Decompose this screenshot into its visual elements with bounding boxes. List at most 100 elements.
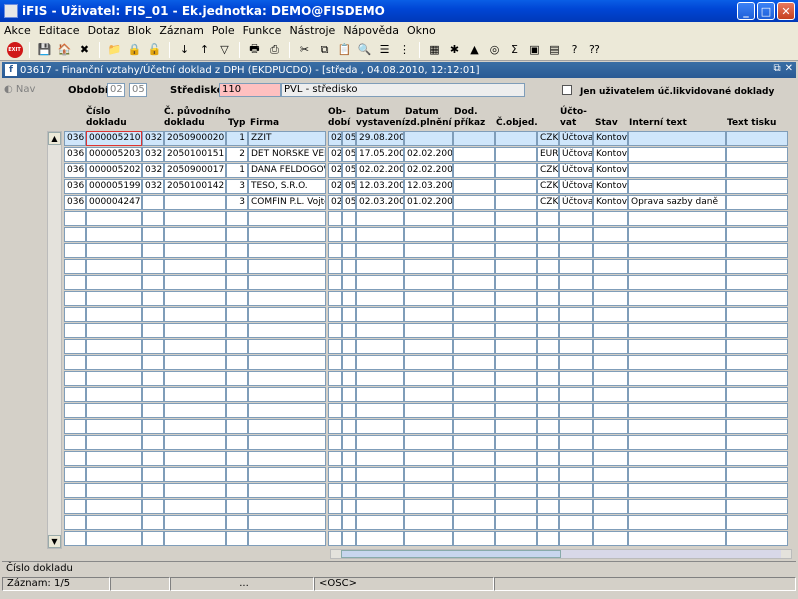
cell-o2[interactable] (342, 531, 356, 546)
cell-dod[interactable] (453, 435, 495, 450)
list-icon[interactable]: ☰ (376, 41, 393, 58)
cell-dod[interactable] (453, 467, 495, 482)
sum-icon[interactable]: Σ (506, 41, 523, 58)
cell-obj[interactable] (495, 531, 537, 546)
cell-interni[interactable] (628, 131, 726, 146)
cell-ucto[interactable] (559, 227, 593, 242)
cell-puvodni[interactable] (164, 195, 226, 210)
cell-zd[interactable]: 02.02.2005 (404, 163, 453, 178)
cell-stav[interactable] (593, 451, 628, 466)
cell-o1[interactable]: 02 (328, 179, 342, 194)
cell-obj[interactable] (495, 387, 537, 402)
cell-interni[interactable] (628, 227, 726, 242)
cell-firma[interactable] (248, 307, 326, 322)
cell-stav[interactable] (593, 211, 628, 226)
cell-mena[interactable] (537, 515, 559, 530)
cell-firma[interactable] (248, 371, 326, 386)
cell-interni[interactable]: Oprava sazby daně (628, 195, 726, 210)
cell-dod[interactable] (453, 403, 495, 418)
cell-b[interactable]: 032 (142, 147, 164, 162)
cell-mena[interactable]: EUR (537, 147, 559, 162)
cell-zd[interactable] (404, 355, 453, 370)
cell-obj[interactable] (495, 227, 537, 242)
cell-obj[interactable] (495, 163, 537, 178)
cell-tisk[interactable] (726, 355, 788, 370)
cell-a[interactable] (64, 467, 86, 482)
cell-ucto[interactable]: Účtovat (559, 131, 593, 146)
cell-firma[interactable] (248, 419, 326, 434)
cell-stav[interactable] (593, 419, 628, 434)
cell-ucto[interactable] (559, 387, 593, 402)
cell-o1[interactable] (328, 387, 342, 402)
cell-stav[interactable] (593, 227, 628, 242)
cell-zd[interactable] (404, 307, 453, 322)
cell-b[interactable] (142, 227, 164, 242)
cell-b[interactable]: 032 (142, 179, 164, 194)
cell-o2[interactable] (342, 339, 356, 354)
cell-firma[interactable] (248, 499, 326, 514)
cell-stav[interactable] (593, 355, 628, 370)
cell-stav[interactable] (593, 275, 628, 290)
cell-mena[interactable] (537, 371, 559, 386)
cell-b[interactable] (142, 307, 164, 322)
cell-ucto[interactable] (559, 499, 593, 514)
cell-interni[interactable] (628, 275, 726, 290)
delete-icon[interactable]: ✖ (76, 41, 93, 58)
print-icon[interactable]: 🖶 (246, 41, 263, 58)
cell-stav[interactable]: Kontová (593, 163, 628, 178)
cell-typ[interactable]: 2 (226, 147, 248, 162)
cell-cislo[interactable] (86, 419, 142, 434)
cell-tisk[interactable] (726, 275, 788, 290)
cell-stav[interactable] (593, 387, 628, 402)
cell-firma[interactable]: COMFIN P.L. Vojtěc (248, 195, 326, 210)
menu-dotaz[interactable]: Dotaz (88, 24, 120, 37)
cell-ucto[interactable] (559, 451, 593, 466)
cell-dod[interactable] (453, 499, 495, 514)
cell-obj[interactable] (495, 451, 537, 466)
cell-dod[interactable] (453, 323, 495, 338)
cell-mena[interactable] (537, 227, 559, 242)
cell-interni[interactable] (628, 259, 726, 274)
cell-o2[interactable] (342, 467, 356, 482)
cell-mena[interactable] (537, 275, 559, 290)
cell-dod[interactable] (453, 131, 495, 146)
cell-vyst[interactable]: 12.03.2007 (356, 179, 404, 194)
cell-mena[interactable] (537, 259, 559, 274)
cell-tisk[interactable] (726, 243, 788, 258)
cell-interni[interactable] (628, 339, 726, 354)
chart-icon[interactable]: ▲ (466, 41, 483, 58)
cell-puvodni[interactable] (164, 515, 226, 530)
cell-typ[interactable] (226, 211, 248, 226)
cell-o1[interactable] (328, 339, 342, 354)
scroll-up-icon[interactable]: ▲ (48, 132, 61, 145)
cell-mena[interactable] (537, 403, 559, 418)
cell-o1[interactable]: 02 (328, 195, 342, 210)
cell-firma[interactable] (248, 483, 326, 498)
cell-puvodni[interactable] (164, 259, 226, 274)
cell-a[interactable] (64, 243, 86, 258)
cell-interni[interactable] (628, 435, 726, 450)
cell-o1[interactable] (328, 403, 342, 418)
cell-vyst[interactable] (356, 259, 404, 274)
cell-mena[interactable] (537, 339, 559, 354)
cell-typ[interactable] (226, 291, 248, 306)
cell-stav[interactable] (593, 371, 628, 386)
cell-o2[interactable] (342, 515, 356, 530)
cell-puvodni[interactable] (164, 467, 226, 482)
cell-mena[interactable] (537, 467, 559, 482)
cell-zd[interactable] (404, 435, 453, 450)
cell-o1[interactable] (328, 483, 342, 498)
graph-icon[interactable]: ◎ (486, 41, 503, 58)
cell-firma[interactable] (248, 403, 326, 418)
cell-o1[interactable] (328, 211, 342, 226)
cell-tisk[interactable] (726, 339, 788, 354)
cell-puvodni[interactable] (164, 275, 226, 290)
cell-o1[interactable] (328, 371, 342, 386)
cell-obj[interactable] (495, 499, 537, 514)
cell-firma[interactable] (248, 259, 326, 274)
cell-b[interactable] (142, 403, 164, 418)
cell-o1[interactable]: 02 (328, 131, 342, 146)
cell-vyst[interactable] (356, 307, 404, 322)
cell-vyst[interactable] (356, 483, 404, 498)
cell-a[interactable]: 036 (64, 147, 86, 162)
